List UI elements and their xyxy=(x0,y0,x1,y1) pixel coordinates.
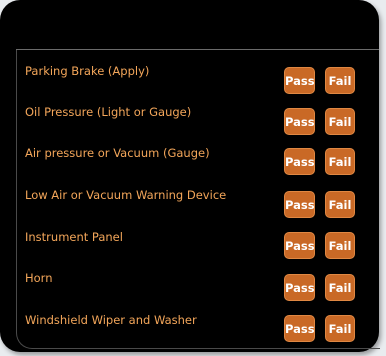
pass-button[interactable]: Pass xyxy=(284,67,315,94)
pass-button[interactable]: Pass xyxy=(284,108,315,135)
fail-button[interactable]: Fail xyxy=(325,315,355,342)
pass-button[interactable]: Pass xyxy=(284,274,315,301)
item-label: Instrument Panel xyxy=(25,230,123,244)
checklist-row: Horn Pass Fail xyxy=(17,262,380,304)
checklist: Parking Brake (Apply) Pass Fail Oil Pres… xyxy=(16,50,380,349)
item-label: Parking Brake (Apply) xyxy=(25,64,150,78)
checklist-row: Low Air or Vacuum Warning Device Pass Fa… xyxy=(17,179,380,221)
fail-button[interactable]: Fail xyxy=(325,148,355,175)
fail-button[interactable]: Fail xyxy=(325,191,355,218)
checklist-row: Parking Brake (Apply) Pass Fail xyxy=(17,55,380,97)
item-label: Oil Pressure (Light or Gauge) xyxy=(25,105,192,119)
inspection-panel: Parking Brake (Apply) Pass Fail Oil Pres… xyxy=(0,0,380,352)
item-label: Low Air or Vacuum Warning Device xyxy=(25,188,227,202)
checklist-row: Oil Pressure (Light or Gauge) Pass Fail xyxy=(17,96,380,138)
pass-button[interactable]: Pass xyxy=(284,191,315,218)
checklist-row: Air pressure or Vacuum (Gauge) Pass Fail xyxy=(17,137,380,179)
item-label: Air pressure or Vacuum (Gauge) xyxy=(25,146,210,160)
pass-button[interactable]: Pass xyxy=(284,232,315,259)
fail-button[interactable]: Fail xyxy=(325,108,355,135)
pass-button[interactable]: Pass xyxy=(284,315,315,342)
fail-button[interactable]: Fail xyxy=(325,232,355,259)
checklist-row: Windshield Wiper and Washer Pass Fail xyxy=(17,304,380,346)
checklist-row: Instrument Panel Pass Fail xyxy=(17,221,380,263)
fail-button[interactable]: Fail xyxy=(325,274,355,301)
item-label: Horn xyxy=(25,271,53,285)
pass-button[interactable]: Pass xyxy=(284,148,315,175)
fail-button[interactable]: Fail xyxy=(325,67,355,94)
item-label: Windshield Wiper and Washer xyxy=(25,313,197,327)
